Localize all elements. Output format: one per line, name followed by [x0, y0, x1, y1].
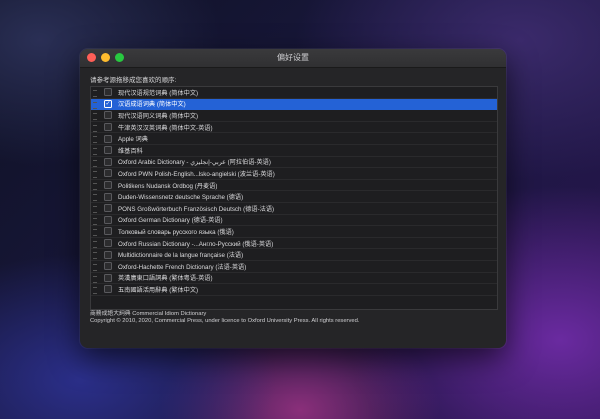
dictionary-row[interactable]: Politikens Nudansk Ordbog (丹麦语) — [91, 180, 497, 192]
dictionary-checkbox[interactable] — [104, 227, 112, 236]
dictionary-label: Oxford-Hachette French Dictionary (法语-英语… — [118, 263, 247, 271]
dictionary-label: 五南國語活用辭典 (繁体中文) — [118, 286, 199, 294]
dictionary-label: Politikens Nudansk Ordbog (丹麦语) — [118, 182, 218, 190]
title-bar: 偏好设置 — [80, 49, 506, 68]
dictionary-row[interactable]: Oxford German Dictionary (德语-英语) — [91, 215, 497, 227]
dictionary-row[interactable]: PONS Großwörterbuch Französisch Deutsch … — [91, 203, 497, 215]
dictionary-row[interactable]: 现代汉语同义词典 (简体中文) — [91, 110, 497, 122]
dictionary-row[interactable]: Multidictionnaire de la langue française… — [91, 249, 497, 261]
dictionary-label: Oxford Russian Dictionary -...Англо-Русс… — [118, 240, 274, 248]
drag-handle-icon[interactable] — [93, 171, 97, 179]
dictionary-row[interactable]: 现代汉语规范词典 (简体中文) — [91, 87, 497, 99]
drag-handle-icon[interactable] — [93, 229, 97, 237]
window-title: 偏好设置 — [277, 53, 309, 62]
dictionary-row[interactable]: Толковый словарь русского языка (俄语) — [91, 226, 497, 238]
dictionary-info-copyright: Copyright © 2010, 2020, Commercial Press… — [90, 318, 360, 325]
dictionary-row[interactable]: Apple 词典 — [91, 133, 497, 145]
preferences-window: 偏好设置 请参考源拖移成您喜欢的顺序: 现代汉语规范词典 (简体中文) ✓ 汉语成语… — [80, 49, 506, 348]
dictionary-label: 英漢廣東口語詞典 (繁体粤语-英语) — [118, 275, 213, 283]
dictionary-label: Duden-Wissensnetz deutsche Sprache (德语) — [118, 194, 244, 202]
dictionary-row[interactable]: Oxford-Hachette French Dictionary (法语-英语… — [91, 261, 497, 273]
drag-handle-icon[interactable] — [93, 252, 97, 260]
drag-handle-icon[interactable] — [93, 182, 97, 190]
dictionary-checkbox[interactable] — [104, 215, 112, 224]
drag-handle-icon[interactable] — [93, 124, 97, 132]
dictionary-checkbox[interactable] — [104, 169, 112, 178]
drag-handle-icon[interactable] — [93, 263, 97, 271]
dictionary-label: Oxford Arabic Dictionary - عربي-إنجليزي … — [118, 159, 271, 167]
dictionary-label: 维基百科 — [118, 147, 143, 155]
dictionary-row[interactable]: 五南國語活用辭典 (繁体中文) — [91, 284, 497, 296]
dictionary-label: Apple 词典 — [118, 136, 148, 144]
dictionary-checkbox[interactable] — [104, 204, 112, 213]
drag-handle-icon[interactable] — [93, 217, 97, 225]
drag-handle-icon[interactable] — [93, 136, 97, 144]
dictionary-row[interactable]: Oxford Arabic Dictionary - عربي-إنجليزي … — [91, 157, 497, 169]
dictionary-checkbox[interactable] — [104, 192, 112, 201]
drag-handle-icon[interactable] — [93, 159, 97, 167]
dictionary-label: 现代汉语规范词典 (简体中文) — [118, 89, 199, 97]
drag-handle-icon[interactable] — [93, 147, 97, 155]
instruction-text: 请参考源拖移成您喜欢的顺序: — [90, 77, 177, 84]
drag-handle-icon[interactable] — [93, 205, 97, 213]
dictionary-list[interactable]: 现代汉语规范词典 (简体中文) ✓ 汉语成语词典 (简体中文) 现代汉语同义词典 (简… — [90, 86, 498, 310]
dictionary-row[interactable]: ✓ 汉语成语词典 (简体中文) — [91, 98, 497, 111]
dictionary-checkbox[interactable] — [104, 285, 112, 294]
dictionary-label: 汉语成语词典 (简体中文) — [118, 101, 186, 109]
dictionary-row[interactable]: Oxford Russian Dictionary -...Англо-Русс… — [91, 238, 497, 250]
dictionary-checkbox[interactable] — [104, 134, 112, 143]
dictionary-info: 商務成語大詞典 Commercial Idiom Dictionary Copy… — [90, 311, 359, 326]
dictionary-checkbox[interactable] — [104, 273, 112, 282]
dictionary-row[interactable]: 牛津英汉汉英词典 (简体中文-英语) — [91, 122, 497, 134]
dictionary-checkbox[interactable] — [104, 181, 112, 190]
dictionary-checkbox[interactable] — [104, 262, 112, 271]
dictionary-checkbox[interactable] — [104, 123, 112, 132]
drag-handle-icon[interactable] — [93, 275, 97, 283]
dictionary-checkbox[interactable] — [104, 239, 112, 248]
drag-handle-icon[interactable] — [93, 90, 97, 97]
dictionary-checkbox[interactable] — [104, 111, 112, 120]
dictionary-label: PONS Großwörterbuch Französisch Deutsch … — [118, 205, 275, 213]
dictionary-label: Oxford PWN Polish-English...lsko-angiels… — [118, 170, 275, 178]
dictionary-label: Multidictionnaire de la langue française… — [118, 252, 244, 260]
dictionary-row[interactable]: Oxford PWN Polish-English...lsko-angiels… — [91, 168, 497, 180]
drag-handle-icon[interactable] — [93, 101, 97, 109]
dictionary-label: 现代汉语同义词典 (简体中文) — [118, 112, 199, 120]
dictionary-checkbox[interactable] — [104, 157, 112, 166]
drag-handle-icon[interactable] — [93, 287, 97, 295]
dictionary-label: Oxford German Dictionary (德语-英语) — [118, 217, 223, 225]
dictionary-checkbox[interactable] — [104, 250, 112, 259]
drag-handle-icon[interactable] — [93, 113, 97, 121]
dictionary-row[interactable]: 英漢廣東口語詞典 (繁体粤语-英语) — [91, 273, 497, 285]
dictionary-checkbox[interactable] — [104, 146, 112, 155]
dictionary-checkbox[interactable]: ✓ — [104, 99, 112, 108]
dictionary-checkbox[interactable] — [104, 88, 112, 97]
drag-handle-icon[interactable] — [93, 240, 97, 248]
dictionary-row[interactable]: 维基百科 — [91, 145, 497, 157]
dictionary-label: Толковый словарь русского языка (俄语) — [118, 228, 234, 236]
dictionary-label: 牛津英汉汉英词典 (简体中文-英语) — [118, 124, 213, 132]
drag-handle-icon[interactable] — [93, 194, 97, 202]
dictionary-row[interactable]: Duden-Wissensnetz deutsche Sprache (德语) — [91, 191, 497, 203]
